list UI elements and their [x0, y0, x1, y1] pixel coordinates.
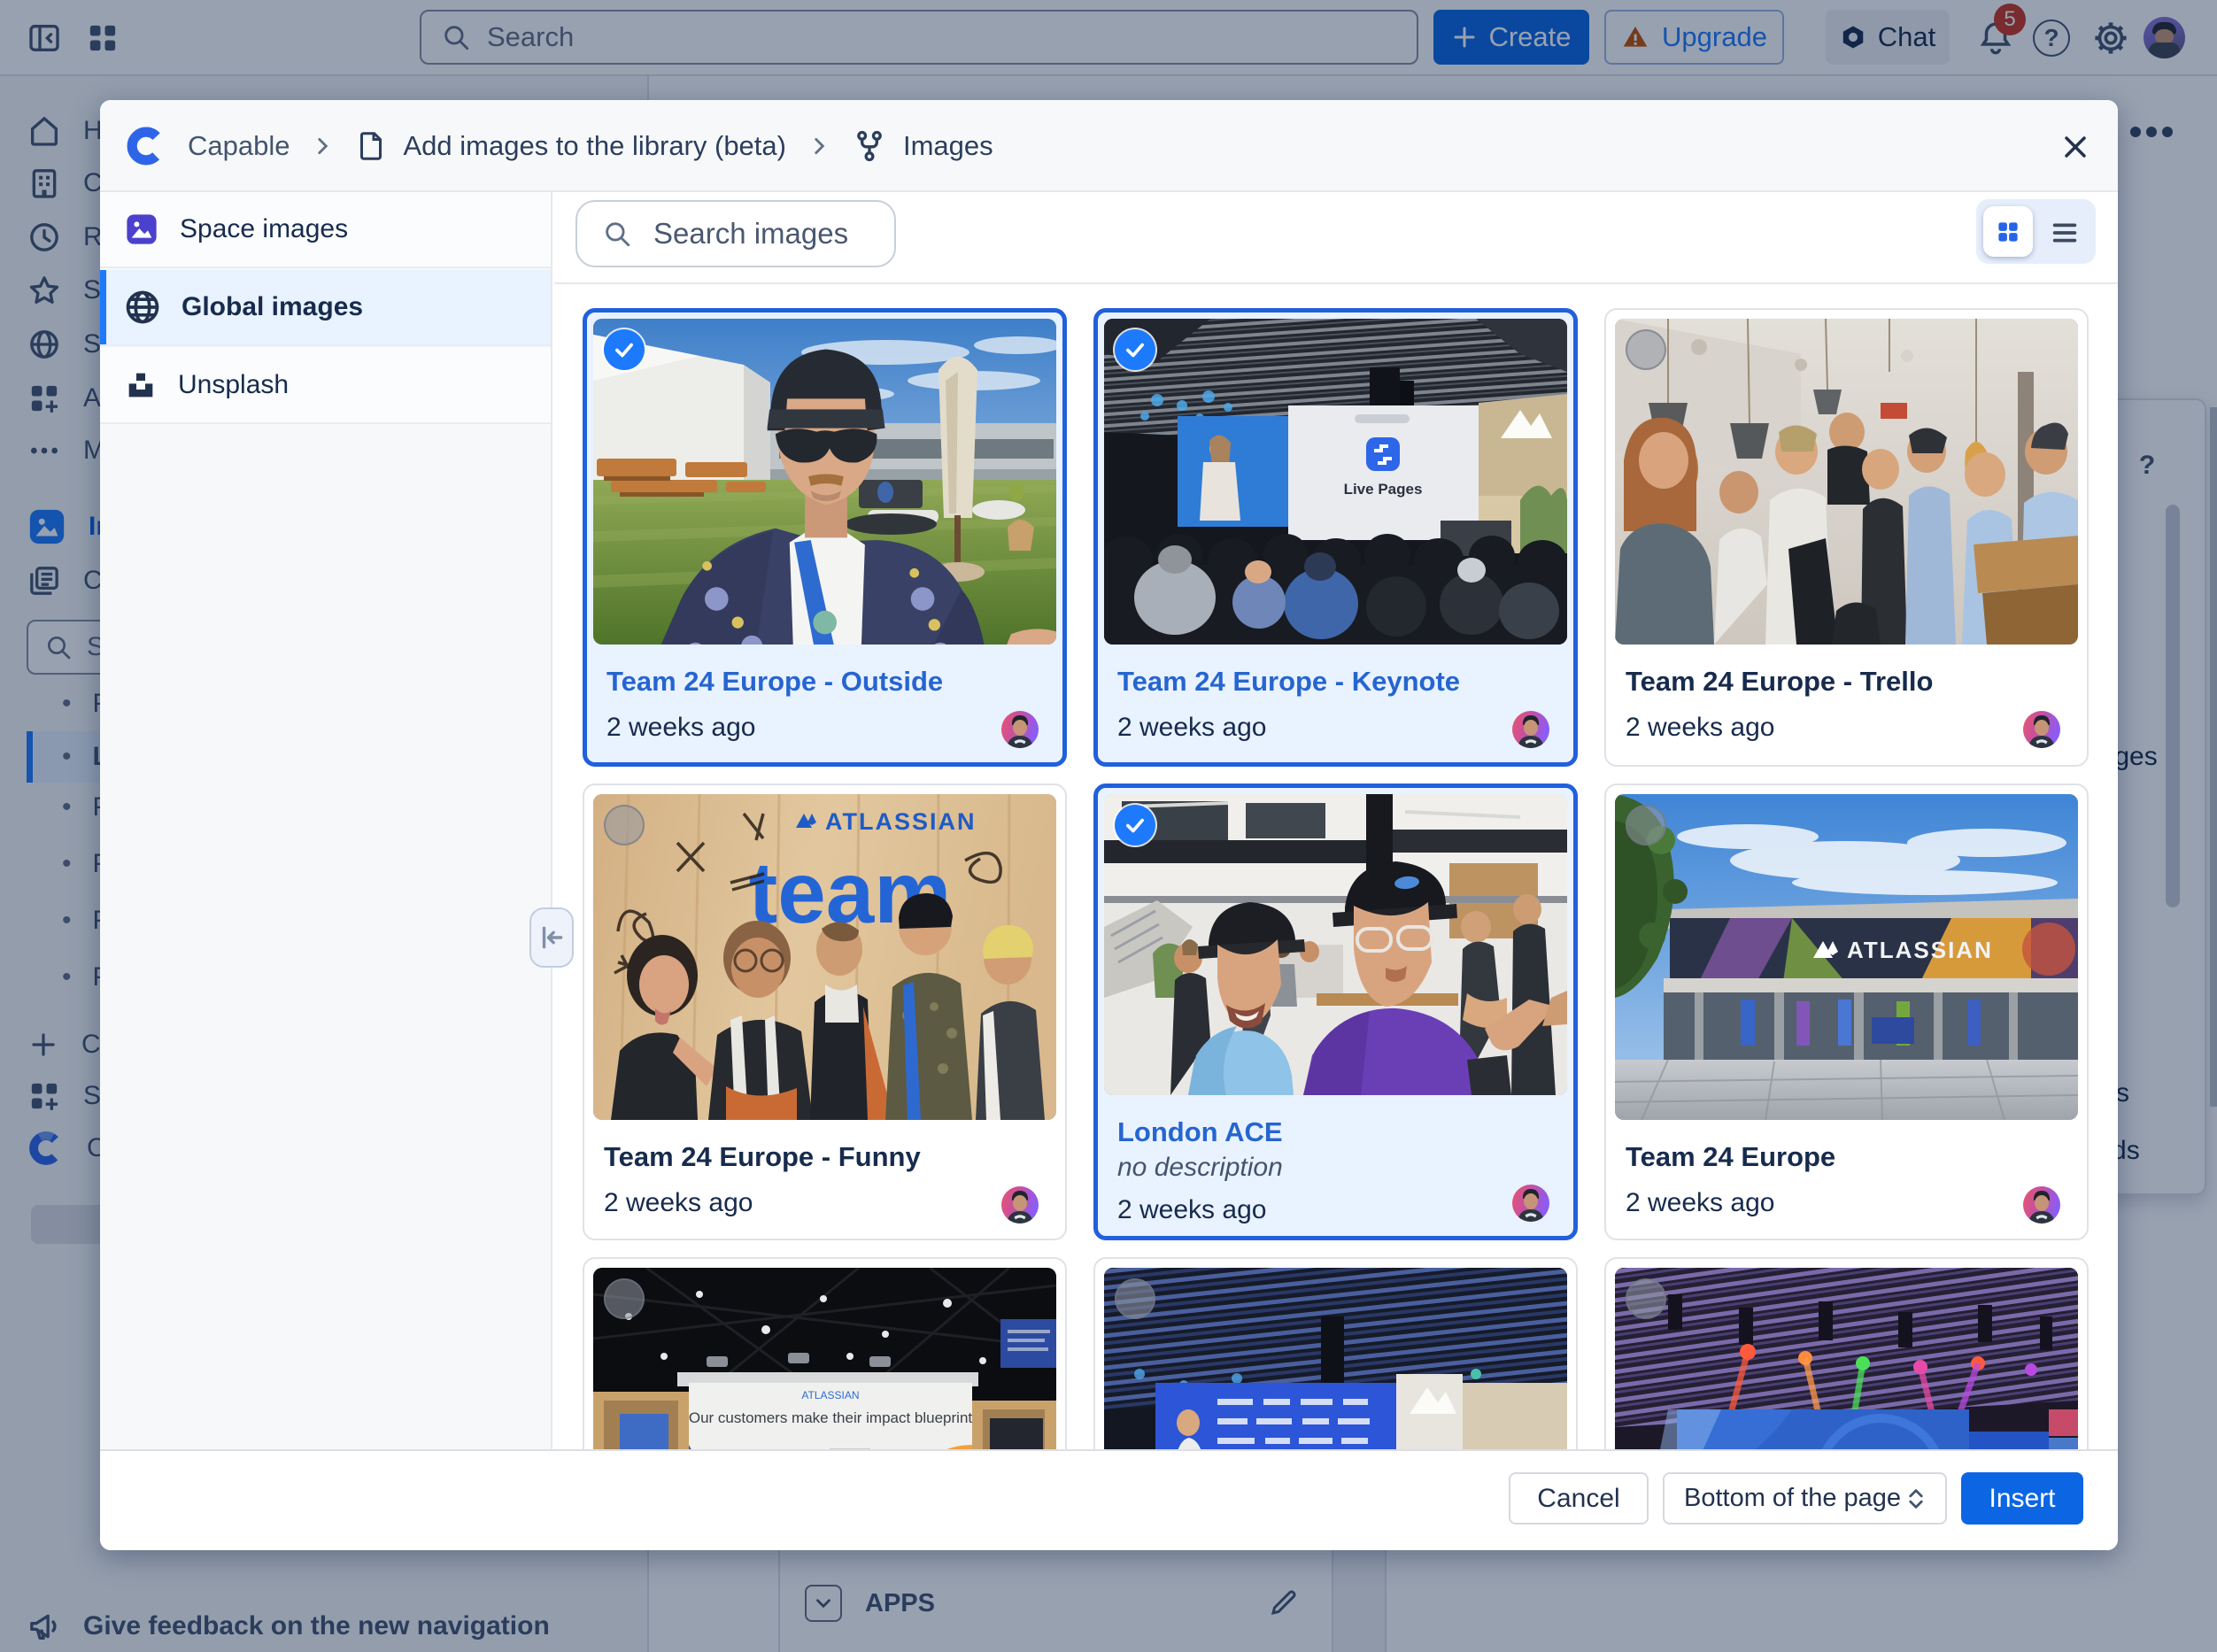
svg-text:ATLASSIAN: ATLASSIAN	[1847, 937, 1993, 963]
svg-text:Live Pages: Live Pages	[1344, 481, 1423, 498]
svg-text:Our customers make their impac: Our customers make their impact blueprin…	[689, 1409, 973, 1426]
svg-text:ATLASSIAN: ATLASSIAN	[801, 1389, 859, 1401]
svg-text:ATLASSIAN: ATLASSIAN	[825, 808, 977, 835]
